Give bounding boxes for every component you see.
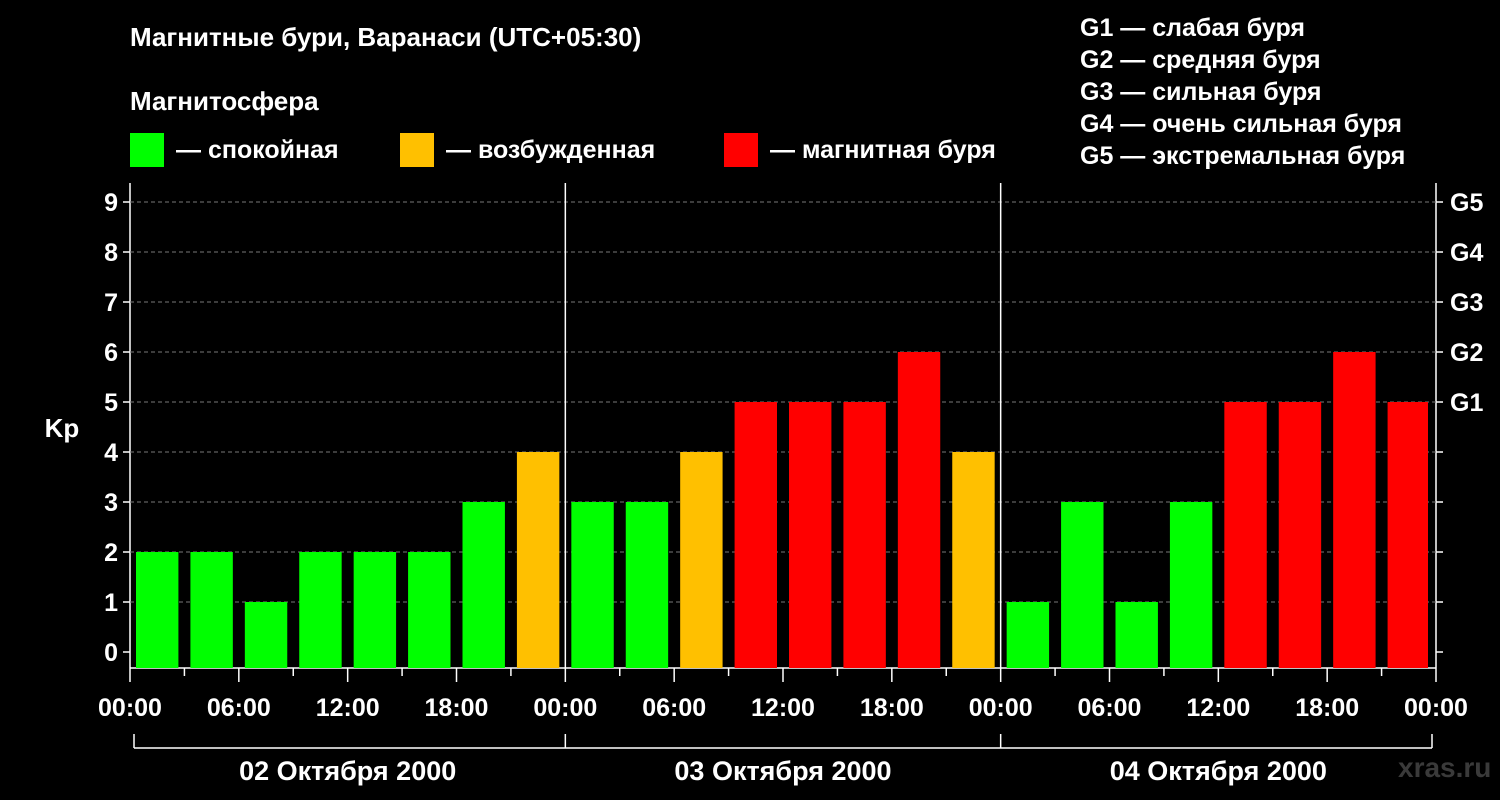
- kp-bar: [1169, 502, 1213, 668]
- kp-bar: [1224, 402, 1267, 668]
- kp-bar-chart: 0 1 2 3 4 5 6 7 8 9 Kp G1 G2 G3 G4 G5 00:00 06:00 12:00 18:…: [45, 183, 1483, 786]
- y-tick-label: 9: [104, 189, 118, 217]
- right-tick-label: G3: [1450, 289, 1483, 317]
- kp-bar: [897, 352, 941, 668]
- x-tick-label: 12:00: [751, 694, 815, 722]
- y-tick-label: 8: [104, 239, 118, 267]
- y-axis-label: Kp: [45, 413, 80, 443]
- kp-bar: [516, 452, 560, 668]
- kp-bar: [734, 402, 777, 668]
- kp-bar: [299, 552, 342, 668]
- x-tick-label: 00:00: [98, 694, 162, 722]
- day-label: 03 Октября 2000: [674, 756, 891, 786]
- y-tick-label: 0: [104, 639, 118, 667]
- day-label: 04 Октября 2000: [1110, 756, 1327, 786]
- kp-bar: [462, 502, 505, 668]
- day-label: 02 Октября 2000: [239, 756, 456, 786]
- kp-bar: [1006, 602, 1050, 668]
- x-tick-label: 06:00: [207, 694, 271, 722]
- kp-bar: [952, 452, 995, 668]
- kp-bar: [244, 602, 288, 668]
- kp-bar: [625, 502, 669, 668]
- kp-bar: [1061, 502, 1104, 668]
- x-tick-label: 12:00: [1186, 694, 1250, 722]
- x-tick-label: 00:00: [969, 694, 1033, 722]
- watermark: xras.ru: [1398, 752, 1492, 783]
- kp-bar: [680, 452, 723, 668]
- right-tick-label: G5: [1450, 189, 1483, 217]
- y-tick-label: 3: [104, 489, 118, 517]
- kp-bar: [1333, 352, 1376, 668]
- y-tick-label: 1: [104, 589, 118, 617]
- x-tick-label: 00:00: [533, 694, 597, 722]
- y-tick-label: 6: [104, 339, 118, 367]
- y-tick-label: 4: [104, 439, 118, 467]
- right-tick-label: G4: [1450, 239, 1483, 267]
- y-tick-label: 2: [104, 539, 118, 567]
- kp-bar: [136, 552, 179, 668]
- x-tick-label: 18:00: [860, 694, 924, 722]
- kp-bar: [1387, 402, 1428, 668]
- kp-bar: [1278, 402, 1322, 668]
- kp-bar: [843, 402, 886, 668]
- kp-bar: [789, 402, 832, 668]
- x-tick-label: 00:00: [1404, 694, 1468, 722]
- y-tick-label: 5: [104, 389, 118, 417]
- kp-bar: [353, 552, 397, 668]
- right-tick-label: G1: [1450, 389, 1483, 417]
- x-tick-label: 06:00: [1078, 694, 1142, 722]
- kp-bar: [571, 502, 614, 668]
- kp-bar: [1115, 602, 1158, 668]
- right-tick-label: G2: [1450, 339, 1483, 367]
- x-tick-label: 06:00: [642, 694, 706, 722]
- x-tick-label: 12:00: [316, 694, 380, 722]
- y-tick-label: 7: [104, 289, 118, 317]
- x-tick-label: 18:00: [1295, 694, 1359, 722]
- kp-bar: [408, 552, 451, 668]
- x-tick-label: 18:00: [425, 694, 489, 722]
- kp-bar: [190, 552, 233, 668]
